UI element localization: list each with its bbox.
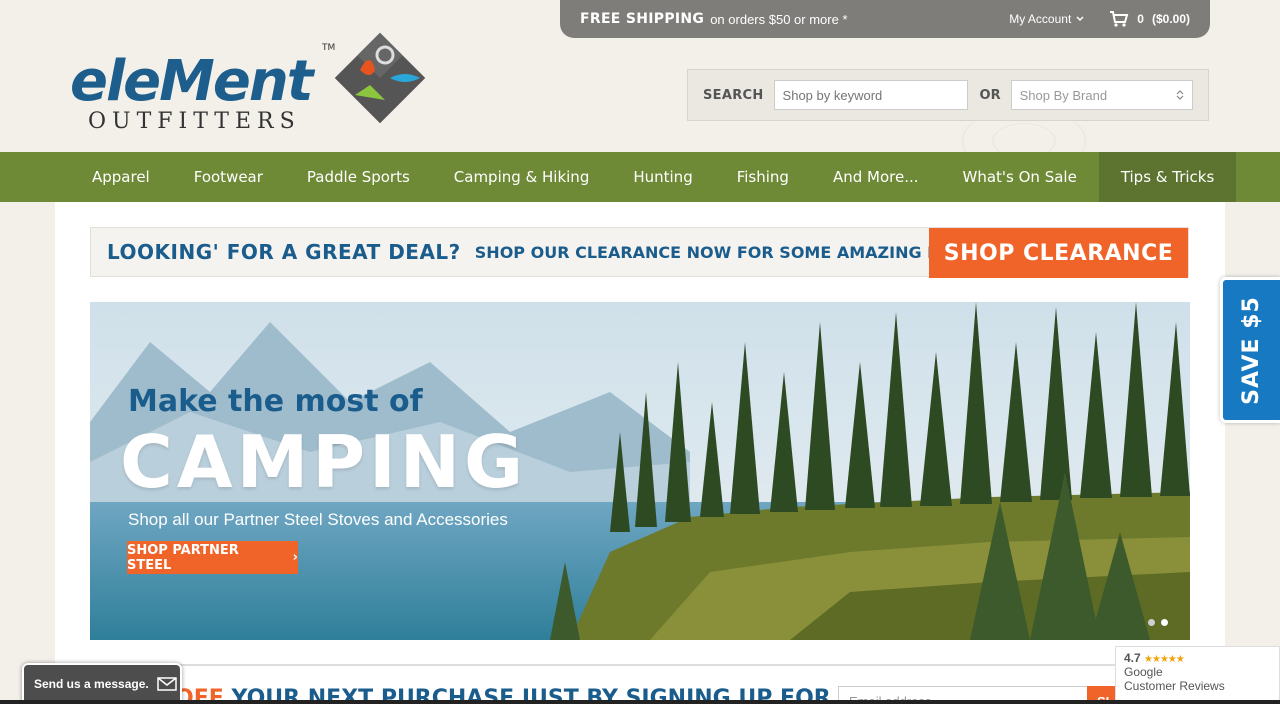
select-arrows-icon bbox=[1176, 90, 1184, 100]
hero-line1: Make the most of bbox=[128, 384, 423, 419]
save-5-tab[interactable]: SAVE $5 bbox=[1220, 277, 1280, 423]
chevron-down-icon bbox=[1076, 16, 1084, 22]
reviews-label: Customer Reviews bbox=[1124, 679, 1225, 693]
send-message-label: Send us a message. bbox=[34, 676, 149, 691]
free-shipping-sub: on orders $50 or more * bbox=[710, 11, 848, 27]
clearance-banner: LOOKING' FOR A GREAT DEAL? SHOP OUR CLEA… bbox=[90, 227, 1189, 278]
logo-tm: TM bbox=[321, 43, 335, 53]
hero-line2: CAMPING bbox=[120, 420, 528, 504]
nav-item-and-more[interactable]: And More... bbox=[811, 152, 941, 202]
free-shipping-label: FREE SHIPPING bbox=[580, 11, 705, 27]
chevron-right-icon: › bbox=[292, 550, 298, 565]
logo-word1: eleMent bbox=[70, 49, 316, 114]
nav-item-camping-hiking[interactable]: Camping & Hiking bbox=[432, 152, 612, 202]
reviews-brand: Google bbox=[1124, 665, 1163, 679]
slider-dot[interactable] bbox=[1148, 619, 1155, 626]
shop-partner-steel-button[interactable]: SHOP PARTNER STEEL › bbox=[127, 541, 298, 574]
nav-item-tips-tricks[interactable]: Tips & Tricks bbox=[1098, 152, 1237, 202]
cart-total: ($0.00) bbox=[1151, 12, 1190, 26]
search-input[interactable] bbox=[773, 80, 968, 110]
site-header: FREE SHIPPING on orders $50 or more * My… bbox=[0, 0, 1280, 152]
search-or-label: OR bbox=[979, 87, 1001, 103]
shop-clearance-button[interactable]: SHOP CLEARANCE bbox=[929, 228, 1188, 278]
nav-item-whats-on-sale[interactable]: What's On Sale bbox=[941, 152, 1099, 202]
brand-select[interactable]: Shop By Brand bbox=[1010, 80, 1193, 110]
my-account-link[interactable]: My Account bbox=[1009, 12, 1085, 26]
section-divider bbox=[90, 664, 1190, 666]
cart-icon bbox=[1110, 11, 1129, 27]
logo-graphic: eleMent OUTFITTERS TM bbox=[70, 32, 426, 134]
clearance-headline: LOOKING' FOR A GREAT DEAL? bbox=[107, 240, 461, 264]
clearance-sub: SHOP OUR CLEARANCE NOW FOR SOME AMAZING … bbox=[474, 242, 993, 262]
nav-item-apparel[interactable]: Apparel bbox=[70, 152, 172, 202]
bottom-edge bbox=[0, 700, 1280, 704]
slider-dots bbox=[1148, 619, 1168, 626]
hero-slider[interactable]: Make the most of CAMPING Shop all our Pa… bbox=[90, 302, 1190, 640]
nav-item-hunting[interactable]: Hunting bbox=[611, 152, 714, 202]
save-5-label: SAVE $5 bbox=[1239, 295, 1264, 405]
review-score: 4.7 bbox=[1124, 651, 1141, 665]
cart-count: 0 bbox=[1137, 12, 1144, 26]
site-logo[interactable]: eleMent OUTFITTERS TM bbox=[70, 30, 430, 135]
nav-item-paddle-sports[interactable]: Paddle Sports bbox=[285, 152, 432, 202]
star-rating-icon: ★★★★★ bbox=[1144, 654, 1185, 665]
nav-item-footwear[interactable]: Footwear bbox=[172, 152, 285, 202]
main-content: LOOKING' FOR A GREAT DEAL? SHOP OUR CLEA… bbox=[55, 202, 1225, 704]
google-reviews-badge[interactable]: 4.7 ★★★★★ Google Customer Reviews bbox=[1115, 646, 1280, 704]
top-utility-bar: FREE SHIPPING on orders $50 or more * My… bbox=[560, 0, 1210, 38]
nav-item-fishing[interactable]: Fishing bbox=[715, 152, 811, 202]
cart-link[interactable]: 0 ($0.00) bbox=[1109, 10, 1190, 28]
hero-line3: Shop all our Partner Steel Stoves and Ac… bbox=[128, 510, 508, 529]
my-account-label: My Account bbox=[1009, 12, 1072, 26]
main-nav: Apparel Footwear Paddle Sports Camping &… bbox=[0, 152, 1280, 202]
shop-partner-steel-label: SHOP PARTNER STEEL bbox=[127, 542, 239, 573]
envelope-icon bbox=[156, 676, 177, 691]
brand-select-value: Shop By Brand bbox=[1019, 87, 1108, 103]
logo-word2: OUTFITTERS bbox=[88, 109, 301, 134]
search-panel: SEARCH OR Shop By Brand bbox=[687, 69, 1209, 121]
send-message-widget[interactable]: Send us a message. bbox=[22, 663, 182, 704]
search-label: SEARCH bbox=[703, 87, 764, 103]
slider-dot-active[interactable] bbox=[1161, 619, 1168, 626]
